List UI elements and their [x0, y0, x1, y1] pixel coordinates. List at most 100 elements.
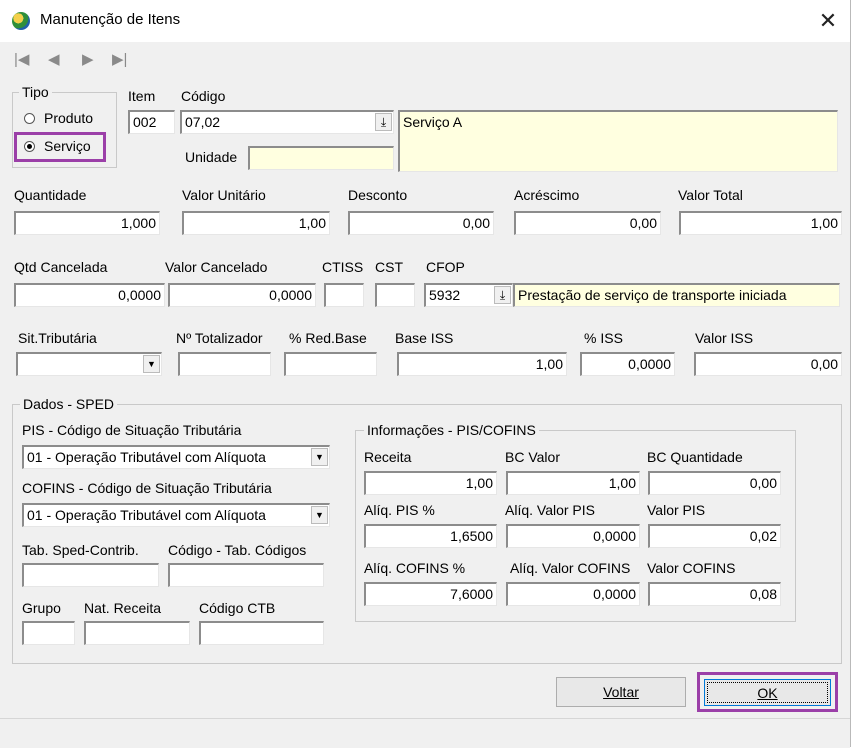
cofins-select[interactable]: 01 - Operação Tributável com Alíquota ▼ [22, 503, 330, 527]
cfop-lookup-icon[interactable]: ⤓ [494, 286, 511, 304]
pct-iss-label: % ISS [584, 330, 623, 346]
qtd-cancelada-field[interactable]: 0,0000 [14, 283, 165, 307]
cfop-value: 5932 [429, 287, 461, 303]
codigo-field[interactable]: 07,02 ⤓ [180, 110, 394, 134]
sit-tributaria-label: Sit.Tributária [18, 330, 97, 346]
codigo-value: 07,02 [185, 114, 221, 130]
cfop-description-field[interactable]: Prestação de serviço de transporte inici… [513, 283, 840, 307]
aliq-valor-pis-label: Alíq. Valor PIS [505, 502, 596, 518]
bc-valor-field[interactable]: 1,00 [506, 471, 640, 495]
cfop-field[interactable]: 5932 ⤓ [424, 283, 513, 307]
produto-radio[interactable] [24, 113, 35, 124]
cfop-label: CFOP [426, 259, 465, 275]
tab-sped-label: Tab. Sped-Contrib. [22, 542, 139, 558]
ok-button-label: OK [757, 685, 778, 701]
num-totalizador-label: Nº Totalizador [176, 330, 263, 346]
nav-next-icon[interactable]: ▶ [82, 50, 94, 68]
receita-field[interactable]: 1,00 [364, 471, 497, 495]
chevron-down-icon[interactable]: ▼ [311, 506, 328, 524]
tab-sped-field[interactable] [22, 563, 159, 587]
valor-cofins-label: Valor COFINS [647, 560, 736, 576]
codigo-lookup-icon[interactable]: ⤓ [375, 113, 392, 131]
cst-label: CST [375, 259, 403, 275]
servico-highlight [14, 132, 106, 162]
red-base-field[interactable] [284, 352, 377, 376]
pis-value: 01 - Operação Tributável com Alíquota [27, 449, 266, 465]
title-bar: Manutenção de Itens ✕ [0, 0, 850, 42]
grupo-label: Grupo [22, 600, 61, 616]
item-field[interactable]: 002 [128, 110, 175, 134]
codigo-ctb-label: Código CTB [199, 600, 276, 616]
sit-tributaria-select[interactable]: ▼ [16, 352, 162, 376]
acrescimo-field[interactable]: 0,00 [514, 211, 661, 235]
bc-quantidade-field[interactable]: 0,00 [648, 471, 781, 495]
nav-prev-icon[interactable]: ◀ [48, 50, 60, 68]
close-icon[interactable]: ✕ [812, 6, 844, 36]
valor-unitario-label: Valor Unitário [182, 187, 266, 203]
aliq-valor-cofins-label: Alíq. Valor COFINS [510, 560, 631, 576]
tipo-group-title: Tipo [19, 84, 52, 100]
base-iss-label: Base ISS [395, 330, 454, 346]
cofins-label: COFINS - Código de Situação Tributária [22, 480, 272, 496]
window-title: Manutenção de Itens [40, 11, 181, 28]
tab-codigos-label: Código - Tab. Códigos [168, 542, 307, 558]
aliq-cofins-field[interactable]: 7,6000 [364, 582, 497, 606]
nat-receita-label: Nat. Receita [84, 600, 162, 616]
bc-valor-label: BC Valor [505, 449, 560, 465]
sped-group-title: Dados - SPED [20, 396, 118, 412]
bc-quantidade-label: BC Quantidade [647, 449, 743, 465]
item-label: Item [128, 88, 156, 104]
valor-cancelado-label: Valor Cancelado [165, 259, 268, 275]
grupo-field[interactable] [22, 621, 75, 645]
base-iss-field[interactable]: 1,00 [397, 352, 567, 376]
produto-label: Produto [44, 110, 94, 126]
red-base-label: % Red.Base [289, 330, 367, 346]
codigo-ctb-field[interactable] [199, 621, 324, 645]
unidade-field[interactable] [248, 146, 394, 170]
valor-cofins-field[interactable]: 0,08 [648, 582, 781, 606]
nav-last-icon[interactable]: ▶| [112, 50, 127, 68]
chevron-down-icon[interactable]: ▼ [311, 448, 328, 466]
ctiss-field[interactable] [324, 283, 364, 307]
valor-iss-field[interactable]: 0,00 [694, 352, 842, 376]
aliq-pis-label: Alíq. PIS % [364, 502, 435, 518]
valor-pis-label: Valor PIS [647, 502, 706, 518]
valor-cancelado-field[interactable]: 0,0000 [168, 283, 316, 307]
nav-first-icon[interactable]: |◀ [14, 50, 29, 68]
codigo-description-field[interactable]: Serviço A [398, 110, 838, 172]
valor-total-label: Valor Total [678, 187, 743, 203]
dialog-window: Manutenção de Itens ✕ |◀ ◀ ▶ ▶| Tipo Pro… [0, 0, 851, 748]
cofins-value: 01 - Operação Tributável com Alíquota [27, 507, 266, 523]
voltar-button-label: Voltar [603, 684, 639, 700]
quantidade-label: Quantidade [14, 187, 87, 203]
status-bar [0, 718, 850, 748]
voltar-button[interactable]: Voltar [556, 677, 686, 707]
valor-unitario-field[interactable]: 1,00 [182, 211, 330, 235]
aliq-pis-field[interactable]: 1,6500 [364, 524, 497, 548]
receita-label: Receita [364, 449, 412, 465]
chevron-down-icon[interactable]: ▼ [143, 355, 160, 373]
qtd-cancelada-label: Qtd Cancelada [14, 259, 108, 275]
ok-button[interactable]: OK [704, 679, 831, 706]
aliq-valor-pis-field[interactable]: 0,0000 [506, 524, 640, 548]
cst-field[interactable] [375, 283, 415, 307]
desconto-field[interactable]: 0,00 [348, 211, 494, 235]
valor-total-field[interactable]: 1,00 [679, 211, 842, 235]
quantidade-field[interactable]: 1,000 [14, 211, 160, 235]
pis-label: PIS - Código de Situação Tributária [22, 422, 242, 438]
ctiss-label: CTISS [322, 259, 364, 275]
valor-iss-label: Valor ISS [695, 330, 754, 346]
aliq-valor-cofins-field[interactable]: 0,0000 [506, 582, 640, 606]
pct-iss-field[interactable]: 0,0000 [580, 352, 675, 376]
valor-pis-field[interactable]: 0,02 [648, 524, 781, 548]
tab-codigos-field[interactable] [168, 563, 324, 587]
pis-select[interactable]: 01 - Operação Tributável com Alíquota ▼ [22, 445, 330, 469]
nat-receita-field[interactable] [84, 621, 190, 645]
pis-cofins-group-title: Informações - PIS/COFINS [364, 422, 539, 438]
desconto-label: Desconto [348, 187, 408, 203]
codigo-label: Código [181, 88, 226, 104]
acrescimo-label: Acréscimo [514, 187, 580, 203]
num-totalizador-field[interactable] [178, 352, 271, 376]
app-icon [12, 12, 30, 30]
unidade-label: Unidade [185, 149, 238, 165]
